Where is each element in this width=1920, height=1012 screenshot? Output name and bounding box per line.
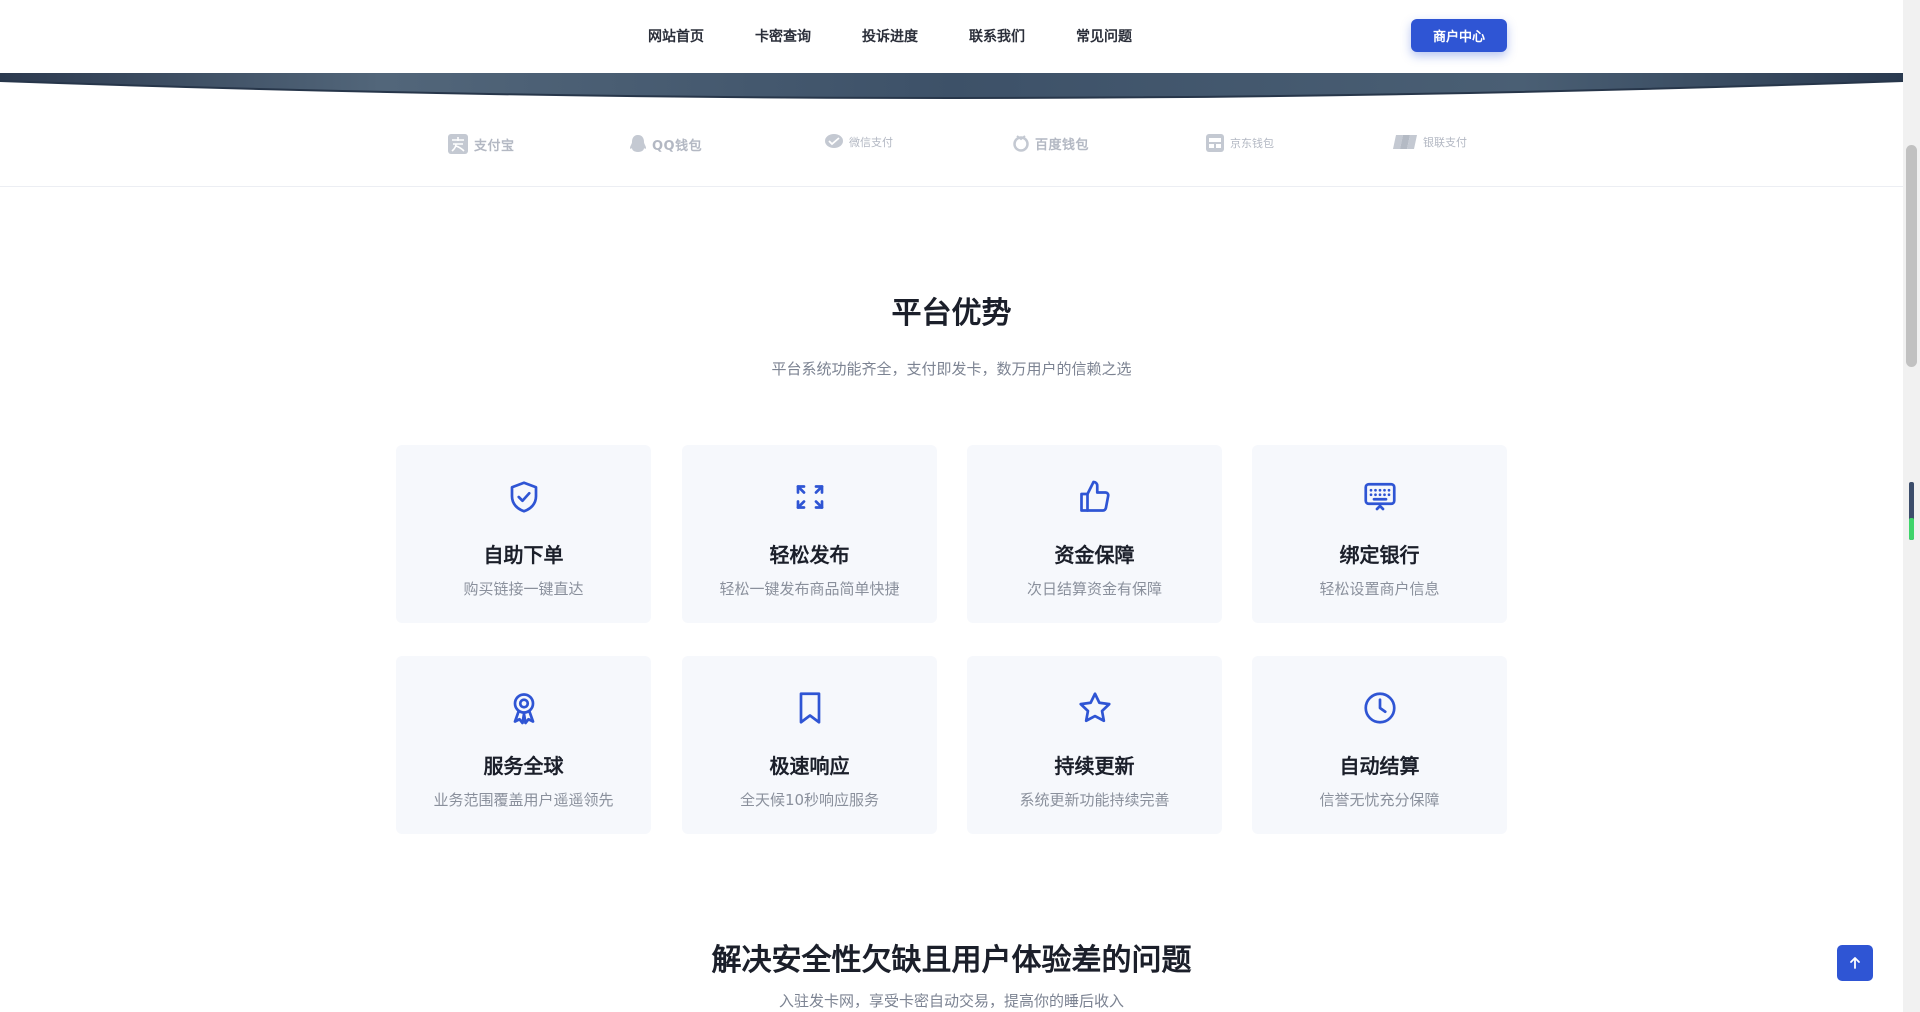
card-title: 资金保障 — [1054, 543, 1135, 567]
payment-label: 银联支付 — [1423, 136, 1467, 149]
payment-alipay: 支付宝 — [447, 133, 515, 155]
advantage-card: 自动结算 信誉无忧充分保障 — [1252, 656, 1507, 834]
payment-label: 百度钱包 — [1035, 137, 1090, 153]
payment-label: 京东钱包 — [1230, 137, 1274, 150]
back-to-top-button[interactable] — [1837, 945, 1873, 981]
card-title: 极速响应 — [769, 754, 850, 778]
payment-methods-row: 支付宝 QQ钱包 微信支付 百度钱包 京东钱包 银联支付 — [0, 113, 1903, 187]
payment-wechat: 微信支付 — [824, 133, 893, 151]
keyboard-icon — [1364, 482, 1396, 511]
alipay-icon — [448, 134, 468, 154]
main-nav: 网站首页 卡密查询 投诉进度 联系我们 常见问题 — [648, 27, 1183, 47]
payment-label: 支付宝 — [474, 138, 515, 154]
advantages-title: 平台优势 — [891, 296, 1012, 331]
card-title: 服务全球 — [483, 754, 564, 778]
problem-subtitle: 入驻发卡网，享受卡密自动交易，提高你的睡后收入 — [778, 992, 1124, 1010]
card-description: 系统更新功能持续完善 — [1019, 791, 1170, 809]
jd-wallet-icon — [1206, 134, 1224, 152]
advantages-subtitle: 平台系统功能齐全，支付即发卡，数万用户的信赖之选 — [771, 360, 1132, 378]
advantage-card: 极速响应 全天候10秒响应服务 — [682, 656, 937, 834]
unionpay-icon — [1393, 135, 1417, 149]
scroll-marker-green — [1909, 518, 1914, 540]
problem-title: 解决安全性欠缺且用户体验差的问题 — [711, 943, 1192, 978]
nav-contact-us[interactable]: 联系我们 — [969, 27, 1025, 47]
scrollbar-thumb[interactable] — [1906, 145, 1917, 367]
sync-arrows-icon — [796, 485, 824, 509]
card-description: 信誉无忧充分保障 — [1319, 791, 1440, 809]
top-navigation: 网站首页 卡密查询 投诉进度 联系我们 常见问题 商户中心 — [0, 0, 1903, 73]
wechat-pay-icon — [825, 134, 843, 148]
card-description: 业务范围覆盖用户遥遥领先 — [433, 791, 614, 809]
advantage-card: 服务全球 业务范围覆盖用户遥遥领先 — [396, 656, 651, 834]
payment-label: QQ钱包 — [652, 138, 703, 154]
payment-label: 微信支付 — [849, 136, 893, 149]
nav-complaint-progress[interactable]: 投诉进度 — [862, 27, 918, 47]
card-description: 轻松设置商户信息 — [1319, 580, 1440, 598]
payment-baidu-wallet: 百度钱包 — [1012, 133, 1089, 153]
thumbs-up-icon — [1080, 480, 1110, 512]
card-title: 自助下单 — [483, 543, 564, 567]
payment-jd-wallet: 京东钱包 — [1205, 133, 1274, 153]
payment-qq-wallet: QQ钱包 — [629, 133, 702, 155]
card-title: 轻松发布 — [769, 543, 850, 567]
award-ribbon-icon — [513, 693, 535, 725]
shield-check-icon — [510, 481, 538, 513]
hero-banner-edge — [0, 73, 1903, 99]
baidu-wallet-icon — [1013, 135, 1029, 152]
advantage-card: 自助下单 购买链接一键直达 — [396, 445, 651, 623]
card-title: 自动结算 — [1339, 754, 1420, 778]
card-title: 持续更新 — [1054, 754, 1135, 778]
advantage-card: 持续更新 系统更新功能持续完善 — [967, 656, 1222, 834]
advantage-card: 资金保障 次日结算资金有保障 — [967, 445, 1222, 623]
clock-icon — [1364, 692, 1396, 724]
nav-home[interactable]: 网站首页 — [648, 27, 704, 47]
card-title: 绑定银行 — [1339, 543, 1420, 567]
nav-faq[interactable]: 常见问题 — [1076, 27, 1132, 47]
card-description: 次日结算资金有保障 — [1026, 580, 1162, 598]
arrow-up-icon — [1850, 957, 1860, 969]
nav-card-query[interactable]: 卡密查询 — [755, 27, 811, 47]
card-description: 购买链接一键直达 — [463, 580, 584, 598]
advantage-card: 绑定银行 轻松设置商户信息 — [1252, 445, 1507, 623]
card-description: 轻松一键发布商品简单快捷 — [719, 580, 900, 598]
merchant-center-button[interactable]: 商户中心 — [1411, 19, 1507, 52]
qq-wallet-icon — [630, 135, 646, 152]
payment-unionpay: 银联支付 — [1392, 133, 1467, 151]
star-icon — [1079, 692, 1111, 723]
bookmark-icon — [799, 692, 821, 724]
advantage-card: 轻松发布 轻松一键发布商品简单快捷 — [682, 445, 937, 623]
card-description: 全天候10秒响应服务 — [739, 791, 880, 809]
